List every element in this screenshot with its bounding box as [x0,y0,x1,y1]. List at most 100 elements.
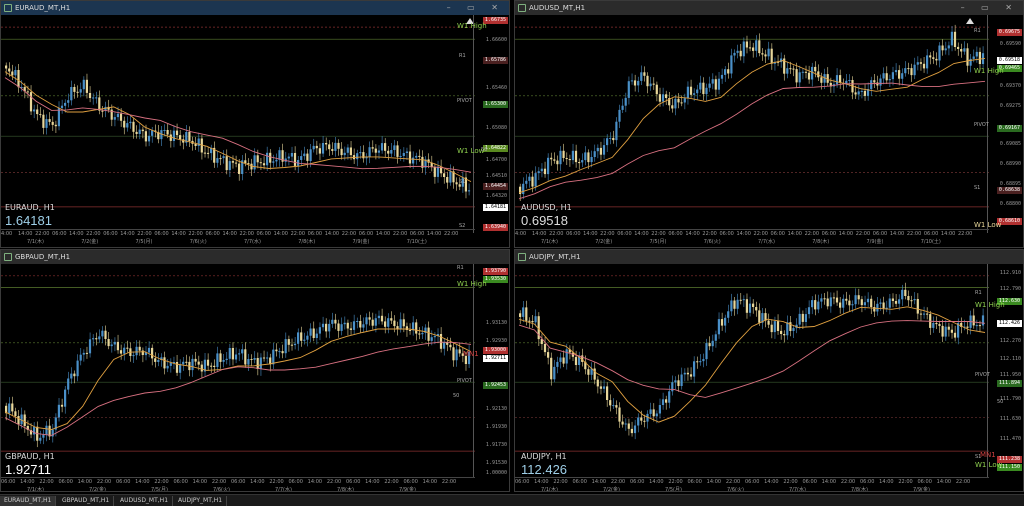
level-pivot: PIVOT [457,378,472,384]
candle-body [455,182,458,185]
candle-body [306,153,309,161]
candle-body [699,82,702,90]
date-tick-label: 7/8(木) [851,487,868,492]
candle-body [972,315,975,326]
candle-body [938,324,941,326]
candle-body [340,148,343,156]
candle-body [633,80,637,86]
candle-body [443,342,446,349]
candle-body [82,79,85,90]
candle-body [609,137,612,139]
candlestick-chart[interactable] [1,15,475,233]
candlestick-chart[interactable] [515,15,989,233]
candle-body [804,71,807,73]
candle-body [95,338,98,340]
candle-body [48,119,51,122]
candlestick-chart[interactable] [515,264,989,477]
tab-audusd[interactable]: AUDUSD_MT,H1 [116,496,174,506]
candle-body [677,98,680,103]
price-axis[interactable]: 1.66600 1.65460 1.65080 1.64700 1.64510 … [473,15,509,233]
axis-tick: 111.630 [999,416,1021,422]
candle-body [665,399,668,403]
tab-gbpaud[interactable]: GBPAUD_MT,H1 [58,496,115,506]
price-tag-current: 0.69518 [996,57,1022,64]
candle-body [860,90,863,92]
time-tick-label: 14:00 [307,479,323,485]
candle-body [907,68,910,70]
candle-body [602,386,606,389]
candle-body [88,93,92,98]
candle-body [39,114,42,116]
candlestick-chart[interactable] [1,264,475,477]
candle-body [658,405,661,414]
time-tick-label: 22:00 [957,231,973,237]
price-axis[interactable]: 0.69675 0.69590 0.69518 0.69465 0.69370 … [987,15,1023,233]
candle-body [711,340,714,347]
candle-body [683,372,686,375]
candle-body [64,389,67,407]
candle-body [368,317,371,320]
window-titlebar[interactable]: GBPAUD_MT,H1 [1,250,509,264]
date-tick-label: 7/8(木) [337,487,354,492]
candle-body [119,350,123,354]
candle-body [380,315,384,322]
candle-body [405,151,408,153]
candle-body [531,176,534,187]
candle-body [534,316,537,323]
candle-body [346,322,349,329]
candle-body [238,163,241,174]
candle-body [415,322,418,334]
candle-body [206,359,210,366]
chart-window-audjpy[interactable]: AUDJPY_MT,H1 112.910 112.790 112.630 112… [514,249,1024,492]
candle-body [70,87,73,101]
tab-euraud[interactable]: EURAUD_MT,H1 [0,496,57,506]
candle-body [293,343,297,346]
candle-body [172,130,175,141]
candle-body [312,328,315,338]
price-tag-pivot: 0.69167 [996,125,1022,132]
candle-body [26,91,29,93]
time-tick-label: 22:00 [610,479,626,485]
time-tick-label: 06:00 [668,231,683,237]
candle-body [596,147,599,152]
candle-body [337,142,340,149]
candle-body [857,91,860,95]
price-axis[interactable]: 112.910 112.790 112.630 112.426 112.270 … [987,264,1023,477]
candle-body [8,403,11,414]
time-tick-label: 06:00 [770,231,785,237]
candle-body [222,360,225,362]
candle-body [574,150,578,163]
candle-body [736,50,739,53]
window-titlebar[interactable]: AUDUSD_MT,H1 – ▭ ✕ [515,1,1023,15]
candle-body [739,50,742,57]
candle-body [879,78,882,86]
candle-body [522,183,525,194]
candle-body [963,48,966,52]
candle-body [929,55,932,58]
candle-body [665,94,668,98]
candle-body [550,357,553,380]
candle-body [565,158,568,159]
window-controls[interactable]: – ▭ ✕ [961,1,1019,15]
candle-body [671,382,674,392]
window-titlebar[interactable]: EURAUD_MT,H1 – ▭ ✕ [1,1,509,15]
candle-body [166,130,169,135]
candle-body [559,150,562,165]
time-tick-label: 22:00 [326,479,342,485]
chart-window-audusd[interactable]: AUDUSD_MT,H1 – ▭ ✕ 0.69675 0.69590 0.695… [514,0,1024,248]
candle-body [98,336,101,340]
window-titlebar[interactable]: AUDJPY_MT,H1 [515,250,1023,264]
window-controls[interactable]: – ▭ ✕ [447,1,505,15]
time-tick-label: 22:00 [443,231,459,237]
chart-window-gbpaud[interactable]: GBPAUD_MT,H1 1.93790 1.93530 1.93130 1.9… [0,249,510,492]
candle-body [421,332,424,335]
chart-window-euraud[interactable]: EURAUD_MT,H1 – ▭ ✕ 1.66600 1.65460 1.650… [0,0,510,248]
candle-body [365,317,368,325]
tab-audjpy[interactable]: AUDJPY_MT,H1 [174,496,228,506]
candle-body [101,110,104,112]
candle-body [356,153,359,160]
candle-body [278,351,281,353]
price-axis[interactable]: 1.93790 1.93530 1.93130 1.93000 1.92930 … [473,264,509,477]
candle-body [244,349,247,365]
candle-body [95,97,98,99]
